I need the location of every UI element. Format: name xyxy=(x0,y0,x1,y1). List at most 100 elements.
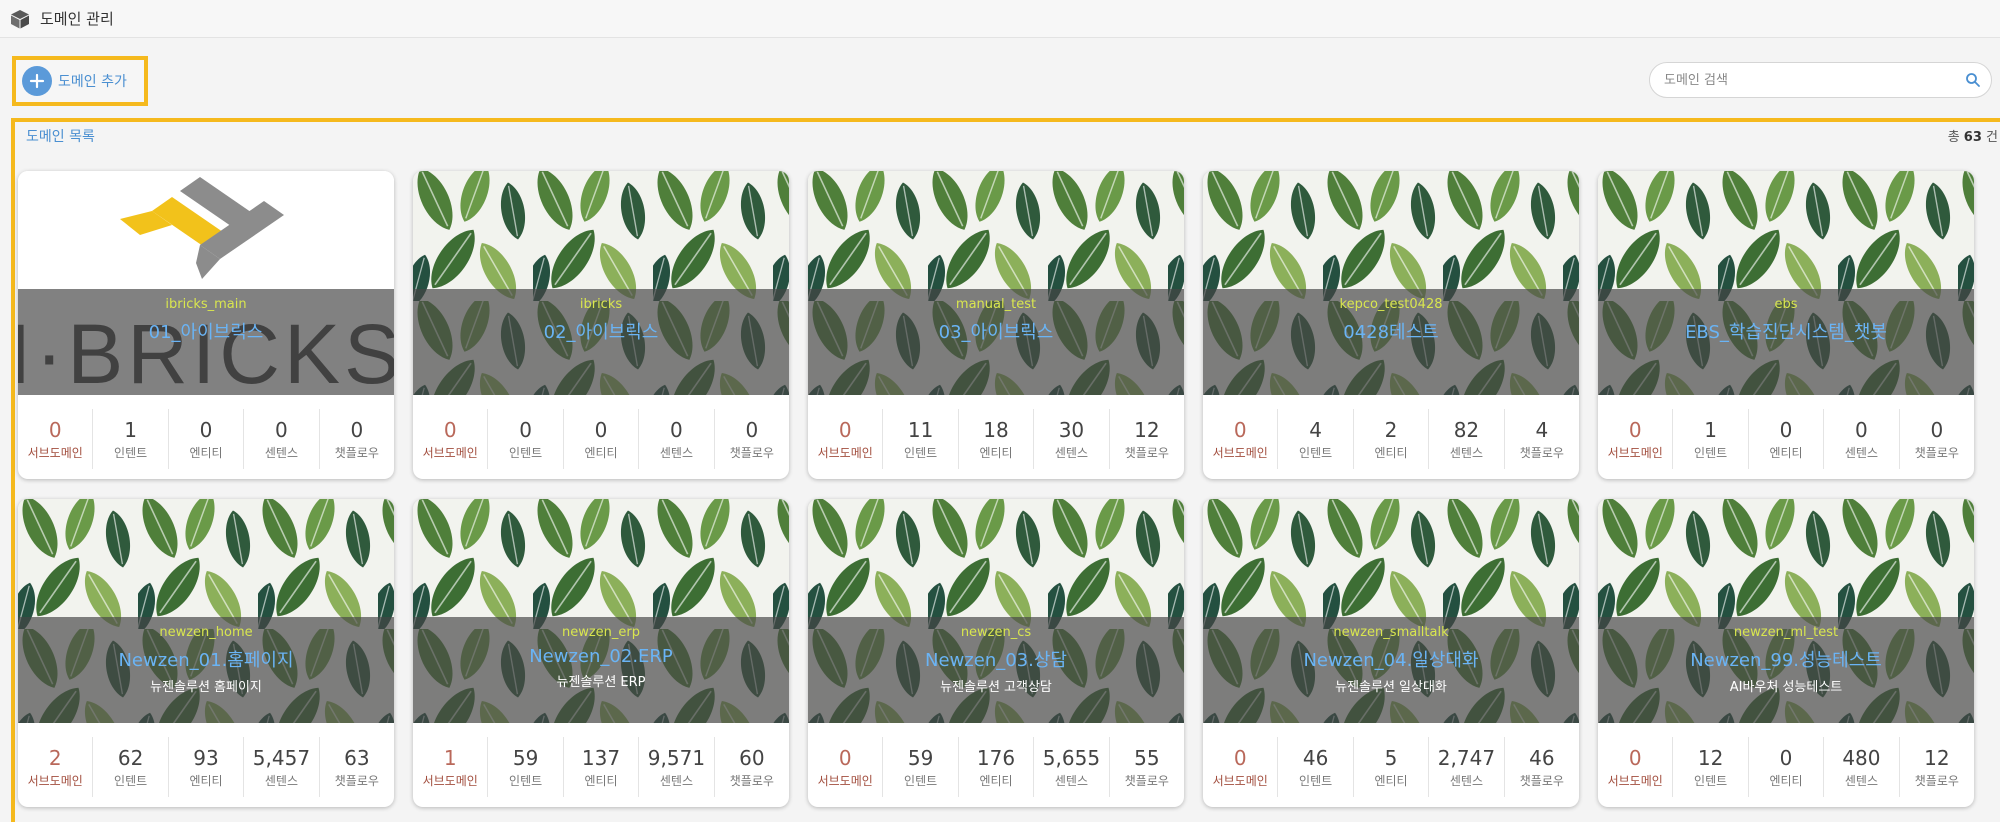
domain-search-input[interactable] xyxy=(1664,72,1965,88)
domain-stats: 0 서브도메인 46 인텐트 5 엔티티 2,747 센텐스 46 챗플로우 xyxy=(1203,723,1579,807)
stat-value: 93 xyxy=(193,745,219,770)
domain-name[interactable]: Newzen_01.홈페이지 xyxy=(118,646,293,672)
stat-entity[interactable]: 137 엔티티 xyxy=(562,737,638,797)
stat-intent[interactable]: 62 인텐트 xyxy=(92,737,167,797)
domain-name[interactable]: 03_아이브릭스 xyxy=(939,318,1054,344)
stat-entity[interactable]: 5 엔티티 xyxy=(1352,737,1428,797)
stat-chatflow[interactable]: 63 챗플로우 xyxy=(318,737,394,797)
domain-card[interactable]: newzen_cs Newzen_03.상담 뉴젠솔루션 고객상담 0 서브도메인 59 인… xyxy=(808,499,1184,807)
domain-card[interactable]: newzen_erp Newzen_02.ERP 뉴젠솔루션 ERP 1 서브도메인 59… xyxy=(413,499,789,807)
domain-card[interactable]: newzen_smalltalk Newzen_04.일상대화 뉴젠솔루션 일상대화… xyxy=(1203,499,1579,807)
domain-info-band: newzen_ml_test Newzen_99.성능테스트 AI바우처 성능테스트 xyxy=(1598,617,1974,723)
domain-code: ebs xyxy=(1774,297,1798,312)
stat-sentence[interactable]: 30 센텐스 xyxy=(1033,409,1108,469)
search-icon[interactable] xyxy=(1965,72,1981,88)
stat-intent[interactable]: 1 인텐트 xyxy=(1672,409,1747,469)
domain-name[interactable]: 0428테스트 xyxy=(1343,318,1439,344)
domain-card[interactable]: I·BRICKSibricks_main01_아이브릭스0서브도메인1인텐트0엔… xyxy=(18,171,394,479)
stat-entity[interactable]: 2 엔티티 xyxy=(1352,409,1428,469)
stat-intent[interactable]: 46 인텐트 xyxy=(1277,737,1352,797)
stat-sub[interactable]: 0 서브도메인 xyxy=(1598,409,1672,469)
stat-chatflow[interactable]: 55 챗플로우 xyxy=(1108,737,1184,797)
stat-label: 서브도메인 xyxy=(1212,445,1268,460)
domain-card[interactable]: newzen_ml_test Newzen_99.성능테스트 AI바우처 성능테스트… xyxy=(1598,499,1974,807)
domain-info-band: newzen_smalltalk Newzen_04.일상대화 뉴젠솔루션 일상대화 xyxy=(1203,617,1579,723)
stat-value: 12 xyxy=(1134,417,1160,442)
stat-chatflow[interactable]: 0 챗플로우 xyxy=(318,409,394,469)
stat-sub[interactable]: 0 서브도메인 xyxy=(808,737,882,797)
stat-intent[interactable]: 4 인텐트 xyxy=(1277,409,1352,469)
domain-name[interactable]: Newzen_03.상담 xyxy=(925,646,1067,672)
stat-chatflow[interactable]: 0 챗플로우 xyxy=(713,409,789,469)
stat-sub[interactable]: 2 서브도메인 xyxy=(18,737,92,797)
stat-label: 인텐트 xyxy=(904,773,938,788)
stat-sub[interactable]: 0 서브도메인 xyxy=(1203,409,1277,469)
stat-sentence[interactable]: 82 센텐스 xyxy=(1428,409,1503,469)
stat-sentence[interactable]: 9,571 센텐스 xyxy=(638,737,713,797)
stat-sub[interactable]: 0 서브도메인 xyxy=(413,409,487,469)
domain-description: 뉴젠솔루션 ERP xyxy=(556,675,646,690)
stat-value: 0 xyxy=(1233,745,1247,770)
stat-sub[interactable]: 1 서브도메인 xyxy=(413,737,487,797)
domain-name[interactable]: EBS_학습진단시스템_챗봇 xyxy=(1685,318,1887,344)
domain-card[interactable]: ebs EBS_학습진단시스템_챗봇 0 서브도메인 1 인텐트 0 엔티티 0 센텐스 0 챗플로우 xyxy=(1598,171,1974,479)
domain-code: kepco_test0428 xyxy=(1339,297,1443,312)
stat-label: 센텐스 xyxy=(659,773,693,788)
stat-intent[interactable]: 12 인텐트 xyxy=(1672,737,1747,797)
stat-sub[interactable]: 0 서브도메인 xyxy=(808,409,882,469)
stat-entity[interactable]: 176 엔티티 xyxy=(957,737,1033,797)
stat-label: 서브도메인 xyxy=(1607,445,1663,460)
stat-sentence[interactable]: 5,655 센텐스 xyxy=(1033,737,1108,797)
stat-sub[interactable]: 0 서브도메인 xyxy=(1203,737,1277,797)
stat-value: 0 xyxy=(1628,745,1642,770)
stat-label: 챗플로우 xyxy=(334,445,379,460)
stat-entity[interactable]: 18 엔티티 xyxy=(957,409,1033,469)
stat-label: 챗플로우 xyxy=(1519,445,1564,460)
stat-value: 18 xyxy=(983,417,1009,442)
domain-card[interactable]: manual_test 03_아이브릭스 0 서브도메인 11 인텐트 18 엔티티 30 센텐스… xyxy=(808,171,1184,479)
stat-entity[interactable]: 0 엔티티 xyxy=(1747,409,1823,469)
stat-sentence[interactable]: 0 센텐스 xyxy=(1823,409,1898,469)
stat-sentence[interactable]: 5,457 센텐스 xyxy=(243,737,318,797)
domain-name[interactable]: Newzen_02.ERP xyxy=(529,646,673,667)
stat-chatflow[interactable]: 12 챗플로우 xyxy=(1898,737,1974,797)
stat-value: 55 xyxy=(1134,745,1160,770)
stat-sub[interactable]: 0 서브도메인 xyxy=(18,409,92,469)
domain-card[interactable]: kepco_test0428 0428테스트 0 서브도메인 4 인텐트 2 엔티티 82 센텐스… xyxy=(1203,171,1579,479)
stat-intent[interactable]: 59 인텐트 xyxy=(487,737,562,797)
stat-sub[interactable]: 0 서브도메인 xyxy=(1598,737,1672,797)
domain-card[interactable]: newzen_home Newzen_01.홈페이지 뉴젠솔루션 홈페이지 2 서브도메… xyxy=(18,499,394,807)
stat-intent[interactable]: 1 인텐트 xyxy=(92,409,167,469)
stat-entity[interactable]: 93 엔티티 xyxy=(167,737,243,797)
stat-entity[interactable]: 0 엔티티 xyxy=(562,409,638,469)
domain-name[interactable]: 02_아이브릭스 xyxy=(544,318,659,344)
stat-intent[interactable]: 11 인텐트 xyxy=(882,409,957,469)
stat-label: 서브도메인 xyxy=(817,773,873,788)
stat-sentence[interactable]: 0 센텐스 xyxy=(243,409,318,469)
stat-chatflow[interactable]: 60 챗플로우 xyxy=(713,737,789,797)
stat-chatflow[interactable]: 12 챗플로우 xyxy=(1108,409,1184,469)
domain-stats: 0 서브도메인 0 인텐트 0 엔티티 0 센텐스 0 챗플로우 xyxy=(413,395,789,479)
stat-sentence[interactable]: 480 센텐스 xyxy=(1823,737,1898,797)
domain-stats: 0 서브도메인 1 인텐트 0 엔티티 0 센텐스 0 챗플로우 xyxy=(18,395,394,479)
stat-intent[interactable]: 59 인텐트 xyxy=(882,737,957,797)
stat-label: 인텐트 xyxy=(114,445,148,460)
stat-value: 46 xyxy=(1529,745,1555,770)
stat-sentence[interactable]: 2,747 센텐스 xyxy=(1428,737,1503,797)
domain-name[interactable]: Newzen_04.일상대화 xyxy=(1303,646,1478,672)
stat-chatflow[interactable]: 0 챗플로우 xyxy=(1898,409,1974,469)
stat-chatflow[interactable]: 46 챗플로우 xyxy=(1503,737,1579,797)
add-domain-button[interactable]: 도메인 추가 xyxy=(12,56,148,106)
stat-intent[interactable]: 0 인텐트 xyxy=(487,409,562,469)
domain-name[interactable]: Newzen_99.성능테스트 xyxy=(1690,646,1882,672)
stat-entity[interactable]: 0 엔티티 xyxy=(1747,737,1823,797)
stat-label: 서브도메인 xyxy=(1212,773,1268,788)
stat-entity[interactable]: 0 엔티티 xyxy=(167,409,243,469)
stat-sentence[interactable]: 0 센텐스 xyxy=(638,409,713,469)
domain-name[interactable]: 01_아이브릭스 xyxy=(149,318,264,344)
stat-label: 챗플로우 xyxy=(334,773,379,788)
stat-label: 서브도메인 xyxy=(422,773,478,788)
stat-chatflow[interactable]: 4 챗플로우 xyxy=(1503,409,1579,469)
domain-card[interactable]: ibricks 02_아이브릭스 0 서브도메인 0 인텐트 0 엔티티 0 센텐스 0 챗플로우 xyxy=(413,171,789,479)
stat-label: 센텐스 xyxy=(1449,445,1483,460)
